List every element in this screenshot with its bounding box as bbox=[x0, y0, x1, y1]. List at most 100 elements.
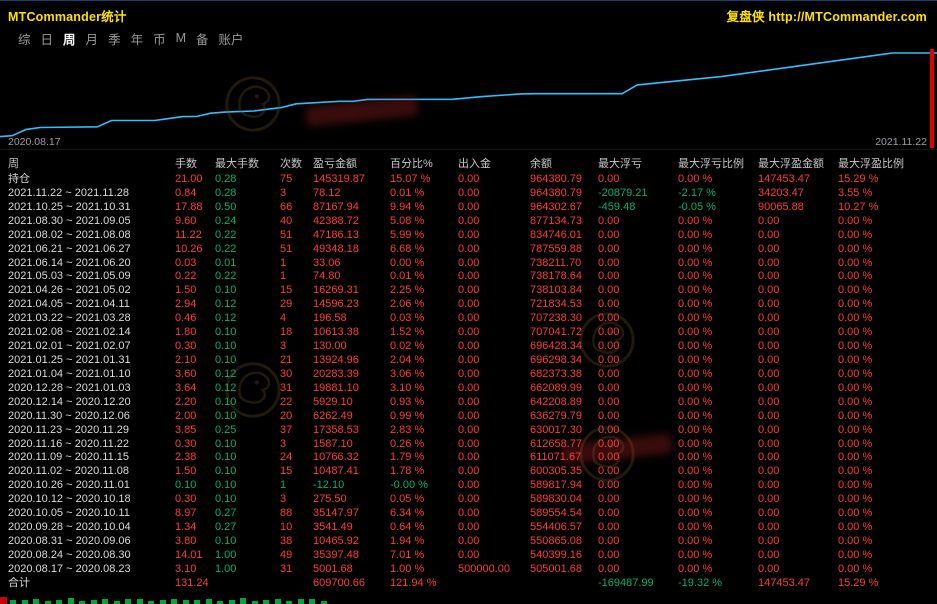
cell-deposit: 0.00 bbox=[458, 521, 530, 535]
cell-max_fp: 0.00 bbox=[758, 507, 838, 521]
cell-max_fp_pct: 15.29 % bbox=[838, 577, 937, 591]
table-row-week[interactable]: 2020.12.28 ~ 2021.01.033.640.123119881.1… bbox=[0, 382, 937, 396]
cell-deposit: 0.00 bbox=[458, 479, 530, 493]
table-row-week[interactable]: 2021.06.21 ~ 2021.06.2710.260.225149348.… bbox=[0, 243, 937, 257]
table-row-week[interactable]: 2021.04.05 ~ 2021.04.112.940.122914596.2… bbox=[0, 298, 937, 312]
cell-deposit bbox=[458, 577, 530, 591]
cell-count: 51 bbox=[280, 229, 313, 243]
menu-item-综[interactable]: 综 bbox=[18, 29, 31, 48]
table-row-week[interactable]: 2020.09.28 ~ 2020.10.041.340.27103541.49… bbox=[0, 521, 937, 535]
table-row-week[interactable]: 2020.08.17 ~ 2020.08.233.101.00315001.68… bbox=[0, 563, 937, 577]
table-row-week[interactable]: 2020.11.30 ~ 2020.12.062.000.10206262.49… bbox=[0, 410, 937, 424]
table-row-week[interactable]: 2020.12.14 ~ 2020.12.202.200.10225929.10… bbox=[0, 396, 937, 410]
cell-max_fp: 0.00 bbox=[758, 410, 838, 424]
table-row-week[interactable]: 2021.08.02 ~ 2021.08.0811.220.225147186.… bbox=[0, 229, 937, 243]
table-row-open-positions[interactable]: 持仓21.000.2875145319.8715.07 %0.00964380.… bbox=[0, 173, 937, 187]
cell-max_dd_pct: 0.00 % bbox=[678, 368, 758, 382]
col-header-max_fp_pct: 最大浮盈比例 bbox=[838, 157, 937, 172]
cell-lots: 3.64 bbox=[175, 382, 215, 396]
cell-max_lots: 0.22 bbox=[215, 270, 280, 284]
cell-pct: 121.94 % bbox=[390, 577, 458, 591]
cell-lots: 17.88 bbox=[175, 201, 215, 215]
cell-count: 31 bbox=[280, 563, 313, 577]
table-row-week[interactable]: 2020.10.12 ~ 2020.10.180.300.103275.500.… bbox=[0, 493, 937, 507]
pl-bar bbox=[91, 600, 97, 604]
table-row-week[interactable]: 2020.11.09 ~ 2020.11.152.380.102410766.3… bbox=[0, 451, 937, 465]
col-header-pl: 盈亏金额 bbox=[313, 157, 390, 172]
cell-max_fp: 0.00 bbox=[758, 382, 838, 396]
cell-max_dd: 0.00 bbox=[598, 563, 678, 577]
cell-max_fp: 0.00 bbox=[758, 451, 838, 465]
menu-item-周[interactable]: 周 bbox=[63, 29, 76, 48]
cell-pl: 609700.66 bbox=[313, 577, 390, 591]
table-row-week[interactable]: 2020.11.02 ~ 2020.11.081.500.101510487.4… bbox=[0, 465, 937, 479]
cell-max_fp: 147453.47 bbox=[758, 173, 838, 187]
cell-max_dd: 0.00 bbox=[598, 535, 678, 549]
cell-count: 1 bbox=[280, 270, 313, 284]
cell-max_dd: 0.00 bbox=[598, 549, 678, 563]
cell-pct: 0.00 % bbox=[390, 257, 458, 271]
cell-period: 2020.12.28 ~ 2021.01.03 bbox=[8, 382, 175, 396]
pl-bar bbox=[194, 600, 200, 604]
cell-pct: 9.94 % bbox=[390, 201, 458, 215]
cell-balance: 550865.08 bbox=[530, 535, 598, 549]
cell-max_fp: 0.00 bbox=[758, 257, 838, 271]
col-header-lots: 手数 bbox=[175, 157, 215, 172]
table-row-week[interactable]: 2020.08.24 ~ 2020.08.3014.011.004935397.… bbox=[0, 549, 937, 563]
cell-pl: 130.00 bbox=[313, 340, 390, 354]
cell-max_dd: 0.00 bbox=[598, 465, 678, 479]
cell-period: 2020.11.02 ~ 2020.11.08 bbox=[8, 465, 175, 479]
menu-item-月[interactable]: 月 bbox=[86, 29, 99, 48]
app-window: MTCommander统计 复盘侠 http://MTCommander.com… bbox=[0, 0, 937, 604]
cell-max_lots: 0.01 bbox=[215, 257, 280, 271]
table-row-week[interactable]: 2021.02.01 ~ 2021.02.070.300.103130.000.… bbox=[0, 340, 937, 354]
menu-item-备[interactable]: 备 bbox=[196, 29, 209, 48]
cell-pl: 145319.87 bbox=[313, 173, 390, 187]
cell-max_dd_pct: 0.00 % bbox=[678, 312, 758, 326]
cell-balance: 540399.16 bbox=[530, 549, 598, 563]
cell-max_fp_pct: 0.00 % bbox=[838, 438, 937, 452]
table-row-week[interactable]: 2020.10.05 ~ 2020.10.118.970.278835147.9… bbox=[0, 507, 937, 521]
menu-item-日[interactable]: 日 bbox=[41, 29, 54, 48]
table-row-week[interactable]: 2020.10.26 ~ 2020.11.010.100.101-12.10-0… bbox=[0, 479, 937, 493]
table-row-week[interactable]: 2021.03.22 ~ 2021.03.280.460.124196.580.… bbox=[0, 312, 937, 326]
table-row-week[interactable]: 2021.01.25 ~ 2021.01.312.100.102113924.9… bbox=[0, 354, 937, 368]
table-row-week[interactable]: 2021.08.30 ~ 2021.09.059.600.244042388.7… bbox=[0, 215, 937, 229]
cell-max_fp: 0.00 bbox=[758, 340, 838, 354]
cell-max_dd: -169487.99 bbox=[598, 577, 678, 591]
table-row-week[interactable]: 2021.01.04 ~ 2021.01.103.600.123020283.3… bbox=[0, 368, 937, 382]
cell-max_dd: 0.00 bbox=[598, 479, 678, 493]
table-row-week[interactable]: 2020.11.23 ~ 2020.11.293.850.253717358.5… bbox=[0, 424, 937, 438]
cell-period: 2021.11.22 ~ 2021.11.28 bbox=[8, 187, 175, 201]
menu-item-账户[interactable]: 账户 bbox=[219, 29, 244, 48]
cell-max_dd: 0.00 bbox=[598, 354, 678, 368]
cell-max_fp: 0.00 bbox=[758, 229, 838, 243]
menu-item-年[interactable]: 年 bbox=[131, 29, 144, 48]
table-row-week[interactable]: 2020.08.31 ~ 2020.09.063.800.103810465.9… bbox=[0, 535, 937, 549]
cell-lots: 0.46 bbox=[175, 312, 215, 326]
menu-item-M[interactable]: M bbox=[176, 31, 186, 45]
table-row-week[interactable]: 2021.05.03 ~ 2021.05.090.220.22174.800.0… bbox=[0, 270, 937, 284]
table-row-week[interactable]: 2021.10.25 ~ 2021.10.3117.880.506687167.… bbox=[0, 201, 937, 215]
table-row-week[interactable]: 2020.11.16 ~ 2020.11.220.300.1031587.100… bbox=[0, 438, 937, 452]
cell-balance: 707041.72 bbox=[530, 326, 598, 340]
cell-max_dd: -459.48 bbox=[598, 201, 678, 215]
table-row-week[interactable]: 2021.02.08 ~ 2021.02.141.800.101810613.3… bbox=[0, 326, 937, 340]
table-row-total[interactable]: 合计131.24609700.66121.94 %-169487.99-19.3… bbox=[0, 577, 937, 591]
table-row-week[interactable]: 2021.11.22 ~ 2021.11.280.840.28378.120.0… bbox=[0, 187, 937, 201]
cell-count: 21 bbox=[280, 354, 313, 368]
cell-max_dd_pct: 0.00 % bbox=[678, 215, 758, 229]
cell-pl: 87167.94 bbox=[313, 201, 390, 215]
window-title-link[interactable]: 复盘侠 http://MTCommander.com bbox=[727, 6, 927, 25]
cell-count: 22 bbox=[280, 396, 313, 410]
table-row-week[interactable]: 2021.06.14 ~ 2021.06.200.030.01133.060.0… bbox=[0, 257, 937, 271]
cell-max_dd_pct: 0.00 % bbox=[678, 563, 758, 577]
cell-max_lots bbox=[215, 577, 280, 591]
menu-item-季[interactable]: 季 bbox=[108, 29, 121, 48]
cell-max_fp: 147453.47 bbox=[758, 577, 838, 591]
menu-item-币[interactable]: 币 bbox=[153, 29, 166, 48]
cell-lots: 0.30 bbox=[175, 438, 215, 452]
table-row-week[interactable]: 2021.04.26 ~ 2021.05.021.500.101516269.3… bbox=[0, 284, 937, 298]
cell-max_dd_pct: 0.00 % bbox=[678, 257, 758, 271]
cell-balance: 696298.34 bbox=[530, 354, 598, 368]
